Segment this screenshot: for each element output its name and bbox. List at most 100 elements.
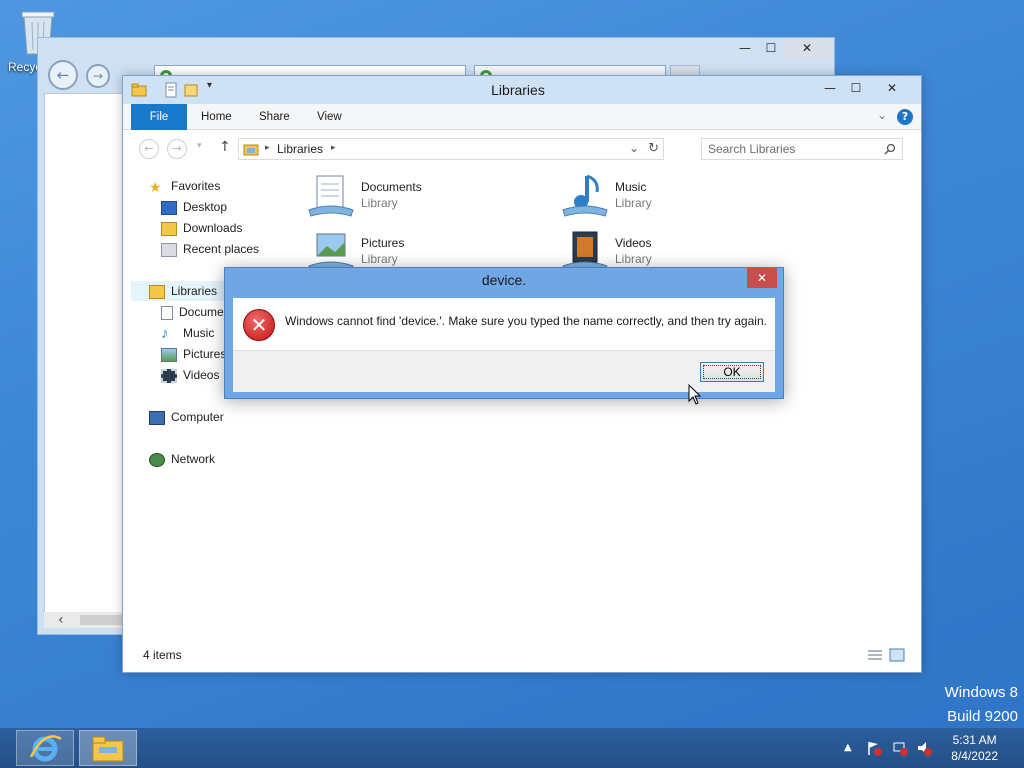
nav-computer[interactable]: Computer	[149, 407, 224, 427]
explorer-titlebar[interactable]: ▾ Libraries — ☐ ✕	[123, 76, 921, 104]
navigation-bar: ← → ▾ ↑ ▸ Libraries ▸ ⌄ ↻	[123, 131, 921, 167]
breadcrumb-libraries[interactable]: Libraries	[277, 142, 323, 156]
ie-scroll-thumb[interactable]	[80, 615, 126, 625]
tile-pictures-name: Pictures	[361, 236, 405, 250]
nav-videos-label: Videos	[183, 368, 220, 382]
libraries-icon	[149, 284, 165, 299]
breadcrumb-chevron-icon[interactable]: ▸	[331, 143, 336, 153]
nav-favorites[interactable]: ★ Favorites	[149, 176, 220, 196]
volume-muted-icon[interactable]	[916, 740, 932, 756]
tile-documents-name: Documents	[361, 180, 422, 194]
network-icon	[149, 452, 165, 467]
tile-documents-sub: Library	[361, 196, 398, 210]
status-item-count: 4 items	[143, 648, 182, 662]
nav-pictures[interactable]: Pictures	[161, 344, 226, 364]
dialog-close-button[interactable]: ✕	[747, 268, 777, 288]
breadcrumb-separator-icon[interactable]: ▸	[265, 143, 270, 153]
refresh-icon[interactable]: ↻	[648, 141, 659, 156]
desktop-icon	[161, 200, 177, 215]
ie-maximize-button[interactable]: ☐	[758, 38, 784, 58]
nav-favorites-label: Favorites	[171, 179, 221, 193]
recent-locations-chevron-icon[interactable]: ▾	[197, 141, 202, 151]
up-icon[interactable]: ↑	[219, 139, 231, 155]
nav-music-label: Music	[183, 326, 215, 340]
nav-computer-label: Computer	[171, 410, 224, 424]
pictures-icon	[161, 347, 177, 362]
explorer-maximize-button[interactable]: ☐	[843, 78, 869, 98]
details-view-icon[interactable]	[867, 648, 883, 662]
search-box[interactable]	[701, 138, 903, 160]
ribbon-tabs: File Home Share View ⌄ ?	[123, 104, 921, 130]
internet-explorer-icon	[29, 735, 62, 762]
nav-desktop[interactable]: Desktop	[161, 197, 227, 217]
search-icon[interactable]	[884, 143, 896, 155]
ie-scroll-left-icon[interactable]: ‹	[58, 613, 72, 627]
tab-view[interactable]: View	[317, 104, 342, 130]
clock-date: 8/4/2022	[951, 749, 998, 763]
tile-music-sub: Library	[615, 196, 652, 210]
action-center-flag-icon[interactable]	[866, 740, 882, 756]
clock-time: 5:31 AM	[952, 733, 997, 747]
ok-button[interactable]: OK	[700, 362, 764, 382]
nav-network[interactable]: Network	[149, 449, 215, 469]
nav-documents[interactable]: Docume	[161, 302, 224, 322]
tab-home[interactable]: Home	[201, 104, 232, 130]
explorer-close-button[interactable]: ✕	[869, 78, 915, 98]
documents-library-icon	[308, 175, 354, 217]
nav-recent-places[interactable]: Recent places	[161, 239, 259, 259]
taskbar-file-explorer[interactable]	[79, 730, 137, 766]
view-buttons	[867, 648, 907, 662]
ie-back-icon[interactable]: ←	[48, 60, 78, 90]
music-library-icon	[562, 174, 608, 217]
search-input[interactable]	[708, 141, 878, 157]
ie-content	[44, 93, 128, 628]
ie-minimize-button[interactable]: —	[732, 38, 758, 58]
tab-file[interactable]: File	[131, 104, 187, 130]
file-explorer-icon	[92, 736, 124, 762]
ie-close-button[interactable]: ✕	[784, 38, 830, 58]
downloads-icon	[161, 221, 177, 236]
back-icon[interactable]: ←	[139, 139, 159, 159]
nav-videos[interactable]: Videos	[161, 365, 219, 385]
address-bar[interactable]: ▸ Libraries ▸ ⌄ ↻	[238, 138, 664, 160]
tile-music[interactable]: Music Library	[561, 172, 781, 224]
explorer-title: Libraries	[491, 82, 545, 98]
explorer-minimize-button[interactable]: —	[817, 78, 843, 98]
nav-documents-label: Docume	[179, 305, 224, 319]
tile-videos-name: Videos	[615, 236, 652, 250]
show-hidden-icons-chevron-icon[interactable]: ▲	[844, 740, 860, 756]
tile-pictures-sub: Library	[361, 252, 398, 266]
taskbar-internet-explorer[interactable]	[16, 730, 74, 766]
recent-places-icon	[161, 242, 177, 257]
star-icon: ★	[149, 178, 162, 195]
nav-music[interactable]: ♪ Music	[161, 323, 214, 343]
nav-desktop-label: Desktop	[183, 200, 228, 214]
nav-downloads[interactable]: Downloads	[161, 218, 242, 238]
watermark-line-1: Windows 8	[944, 684, 1018, 701]
navigation-pane: ★ Favorites Desktop Downloads Recent plac…	[123, 172, 293, 652]
taskbar: ▲ 5:31 AM 8/4/2022	[0, 728, 1024, 768]
network-status-icon[interactable]	[892, 740, 908, 756]
help-icon[interactable]: ?	[897, 109, 913, 125]
nav-network-label: Network	[171, 452, 216, 466]
nav-downloads-label: Downloads	[183, 221, 243, 235]
tile-documents[interactable]: Documents Library	[307, 172, 527, 224]
large-icons-view-icon[interactable]	[889, 648, 905, 662]
forward-icon[interactable]: →	[167, 139, 187, 159]
watermark-line-2: Build 9200	[947, 708, 1018, 725]
documents-icon	[161, 305, 173, 320]
dialog-body: ✕ Windows cannot find 'device.'. Make su…	[233, 298, 775, 350]
computer-icon	[149, 410, 165, 425]
tile-videos-sub: Library	[615, 252, 652, 266]
ie-forward-icon[interactable]: →	[86, 64, 110, 88]
tab-share[interactable]: Share	[259, 104, 290, 130]
error-dialog[interactable]: device. ✕ ✕ Windows cannot find 'device.…	[224, 267, 784, 399]
dialog-title: device.	[481, 272, 527, 288]
address-dropdown-chevron-icon[interactable]: ⌄	[629, 141, 639, 155]
dialog-message: Windows cannot find 'device.'. Make sure…	[285, 314, 767, 328]
ribbon-expand-chevron-icon[interactable]: ⌄	[877, 108, 887, 122]
libraries-icon	[243, 144, 259, 156]
nav-recent-places-label: Recent places	[183, 242, 260, 256]
videos-icon	[161, 368, 177, 383]
system-clock[interactable]: 5:31 AM 8/4/2022	[951, 732, 998, 764]
